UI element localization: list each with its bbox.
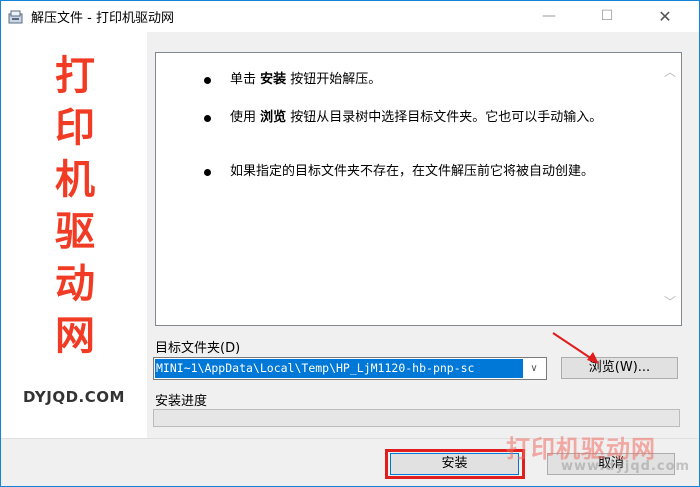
watermark-url: www.dyjqd.com xyxy=(561,459,691,474)
destination-input[interactable]: MINI~1\AppData\Local\Temp\HP_LjM1120-hb-… xyxy=(155,359,523,378)
window-title: 解压文件 - 打印机驱动网 xyxy=(31,11,174,26)
brand-url: DYJQD.COM xyxy=(23,388,125,406)
brand-char: 网 xyxy=(55,313,95,359)
install-button[interactable]: 安装 xyxy=(390,453,519,475)
brand-char: 打 xyxy=(55,53,95,99)
bullet-icon xyxy=(204,115,211,122)
maximize-button[interactable]: ☐ xyxy=(584,1,630,32)
destination-label: 目标文件夹(D) xyxy=(155,341,241,356)
progress-label: 安装进度 xyxy=(155,394,208,409)
minimize-button[interactable]: — xyxy=(526,1,572,32)
brand-char: 动 xyxy=(55,261,95,307)
bullet-icon xyxy=(204,169,211,176)
brand-char: 机 xyxy=(55,157,95,203)
chevron-down-icon[interactable]: ∨ xyxy=(523,358,545,379)
installer-icon xyxy=(8,10,23,24)
brand-char: 驱 xyxy=(55,209,95,255)
scroll-down-icon[interactable]: ﹀ xyxy=(664,296,676,308)
scroll-up-icon[interactable]: ︿ xyxy=(664,66,676,78)
destination-combobox[interactable]: MINI~1\AppData\Local\Temp\HP_LjM1120-hb-… xyxy=(153,357,547,380)
title-bar: 解压文件 - 打印机驱动网 — ☐ ✕ xyxy=(1,1,699,32)
close-button[interactable]: ✕ xyxy=(642,1,688,32)
instructions-box: 单击 安装 按钮开始解压。 使用 浏览 按钮从目录树中选择目标文件夹。它也可以手… xyxy=(155,52,682,326)
progress-bar xyxy=(153,409,680,427)
annotation-arrow-icon xyxy=(552,332,599,364)
installer-window: 解压文件 - 打印机驱动网 — ☐ ✕ 打 印 机 驱 动 网 DYJQD.CO… xyxy=(0,0,700,487)
brand-text: 打 印 机 驱 动 网 xyxy=(49,50,101,362)
brand-panel: 打 印 机 驱 动 网 DYJQD.COM xyxy=(1,32,147,438)
bullet-icon xyxy=(204,77,211,84)
vertical-scrollbar[interactable]: ︿ ﹀ xyxy=(658,53,681,325)
brand-char: 印 xyxy=(55,105,95,151)
